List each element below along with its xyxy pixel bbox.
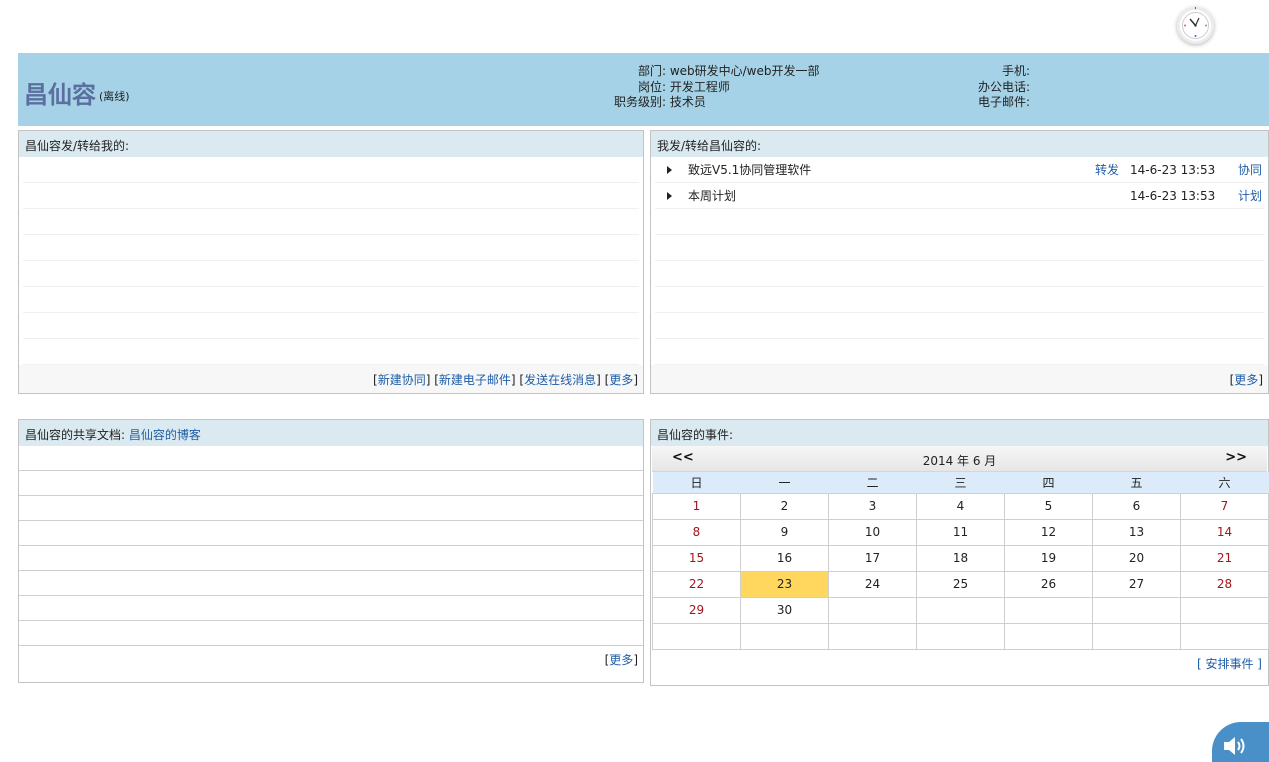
weekday-header: 五 (1092, 472, 1181, 493)
calendar-day[interactable]: 6 (1092, 492, 1181, 520)
calendar-day[interactable]: 1 (652, 492, 741, 520)
calendar-day[interactable]: 9 (740, 518, 829, 546)
weekday-header: 三 (916, 472, 1005, 493)
position-value: 开发工程师 (669, 79, 730, 94)
new-collaboration-link[interactable]: 新建协同 (378, 373, 426, 387)
calendar-day[interactable]: 5 (1004, 492, 1093, 520)
calendar-day[interactable]: 27 (1092, 570, 1181, 598)
panel-actions: [更多] (604, 653, 638, 667)
weekday-header: 二 (828, 472, 917, 493)
department-label: 部门: (637, 64, 666, 78)
calendar-day[interactable]: 2 (740, 492, 829, 520)
more-link[interactable]: 更多 (609, 653, 633, 667)
speaker-icon[interactable] (1212, 722, 1269, 762)
calendar-day[interactable]: 30 (740, 596, 829, 624)
send-message-link[interactable]: 发送在线消息 (524, 373, 596, 387)
arrow-right-icon (667, 191, 672, 200)
office-phone-label: 办公电话: (977, 79, 1030, 94)
calendar-empty-cell (916, 596, 1005, 624)
calendar-month-label: 2014 年 6 月 (922, 454, 997, 468)
calendar-day[interactable]: 29 (652, 596, 741, 624)
calendar-day[interactable]: 16 (740, 544, 829, 572)
calendar-empty-cell (652, 622, 741, 650)
calendar-day[interactable]: 22 (652, 570, 741, 598)
calendar-empty-cell (1180, 596, 1269, 624)
calendar-day[interactable]: 21 (1180, 544, 1269, 572)
calendar-day[interactable]: 13 (1092, 518, 1181, 546)
calendar-header: << 2014 年 6 月 >> (652, 446, 1267, 472)
weekday-header: 四 (1004, 472, 1093, 493)
calendar-day[interactable]: 19 (1004, 544, 1093, 572)
level-value: 技术员 (669, 95, 706, 109)
calendar-empty-cell (740, 622, 829, 650)
calendar-day[interactable]: 25 (916, 570, 1005, 598)
calendar-day[interactable]: 8 (652, 518, 741, 546)
calendar-empty-cell (1092, 622, 1181, 650)
position-label: 岗位: (637, 79, 666, 94)
new-email-link[interactable]: 新建电子邮件 (439, 373, 511, 387)
calendar-empty-cell (828, 622, 917, 650)
calendar-day[interactable]: 3 (828, 492, 917, 520)
calendar-day[interactable]: 28 (1180, 570, 1269, 598)
level-label: 职务级别: (613, 95, 666, 109)
panel-actions: [更多] (1229, 373, 1263, 387)
item-time: 14-6-23 13:53 (1130, 162, 1216, 177)
item-action-link[interactable]: 转发 (1095, 161, 1119, 178)
more-link[interactable]: 更多 (1234, 373, 1258, 387)
arrow-right-icon (667, 165, 672, 174)
calendar-day[interactable]: 18 (916, 544, 1005, 572)
email-label: 电子邮件: (977, 95, 1030, 109)
profile-header: 昌仙容 (离线) 部门: web研发中心/web开发一部 岗位: 开发工程师 职… (18, 53, 1269, 126)
calendar-empty-cell (1180, 622, 1269, 650)
calendar-day[interactable]: 20 (1092, 544, 1181, 572)
panel-shared-docs: 昌仙容的共享文档: 昌仙容的博客 [更多] (18, 419, 644, 683)
calendar-day[interactable]: 15 (652, 544, 741, 572)
calendar-day[interactable]: 17 (828, 544, 917, 572)
profile-info-left: 部门: web研发中心/web开发一部 岗位: 开发工程师 职务级别: 技术员 (578, 64, 820, 111)
calendar-empty-cell (1004, 596, 1093, 624)
profile-info-right: 手机: 办公电话: 电子邮件: (948, 64, 1034, 111)
panel-actions: [新建协同] [新建电子邮件] [发送在线消息] [更多] (373, 373, 638, 387)
calendar-day[interactable]: 4 (916, 492, 1005, 520)
mobile-label: 手机: (1001, 64, 1030, 78)
panel-title: 昌仙容的共享文档: 昌仙容的博客 (19, 420, 643, 446)
department-value: web研发中心/web开发一部 (669, 64, 820, 78)
panel-title-text: 昌仙容的共享文档: (25, 428, 126, 442)
panel-title: 昌仙容的事件: (651, 420, 1268, 446)
panel-events: 昌仙容的事件: << 2014 年 6 月 >> 日一二三四五六 1234567… (650, 419, 1269, 686)
calendar-empty-cell (1092, 596, 1181, 624)
calendar-empty-cell (1004, 622, 1093, 650)
list-item[interactable]: 致远V5.1协同管理软件 转发 14-6-23 13:53 协同 (655, 157, 1264, 183)
calendar-day[interactable]: 11 (916, 518, 1005, 546)
panel-sent-to-me: 昌仙容发/转给我的: [新建协同] [新建电子邮件] [发送在线消息] [更多] (18, 130, 644, 394)
item-time: 14-6-23 13:53 (1130, 188, 1216, 203)
calendar-day[interactable]: 23 (740, 570, 829, 598)
weekday-header: 日 (652, 472, 741, 493)
panel-title: 昌仙容发/转给我的: (19, 131, 643, 157)
blog-link[interactable]: 昌仙容的博客 (129, 428, 201, 442)
more-link[interactable]: 更多 (609, 373, 633, 387)
online-status: (离线) (99, 90, 130, 103)
calendar-day[interactable]: 12 (1004, 518, 1093, 546)
calendar-grid: 日一二三四五六 1 2 3 4 5 6 7 8 9 10 11 12 13 14 15 16 17 18 19 20 2… (652, 472, 1269, 650)
panel-sent-by-me: 我发/转给昌仙容的: 致远V5.1协同管理软件 转发 14-6-23 13:53… (650, 130, 1269, 394)
calendar-day[interactable]: 14 (1180, 518, 1269, 546)
clock-icon (1177, 7, 1214, 44)
profile-name: 昌仙容 (24, 82, 96, 109)
next-month-button[interactable]: >> (1225, 450, 1247, 465)
calendar-empty-cell (916, 622, 1005, 650)
calendar-empty-cell (828, 596, 917, 624)
panel-title: 我发/转给昌仙容的: (651, 131, 1268, 157)
calendar-day[interactable]: 24 (828, 570, 917, 598)
item-type-link[interactable]: 计划 (1238, 187, 1262, 204)
list-item[interactable]: 本周计划 14-6-23 13:53 计划 (655, 183, 1264, 209)
calendar-day[interactable]: 7 (1180, 492, 1269, 520)
weekday-header: 一 (740, 472, 829, 493)
arrange-event-link[interactable]: [ 安排事件 ] (1197, 655, 1262, 672)
calendar-day[interactable]: 10 (828, 518, 917, 546)
item-type-link[interactable]: 协同 (1238, 161, 1262, 178)
weekday-header: 六 (1180, 472, 1269, 493)
calendar-day[interactable]: 26 (1004, 570, 1093, 598)
